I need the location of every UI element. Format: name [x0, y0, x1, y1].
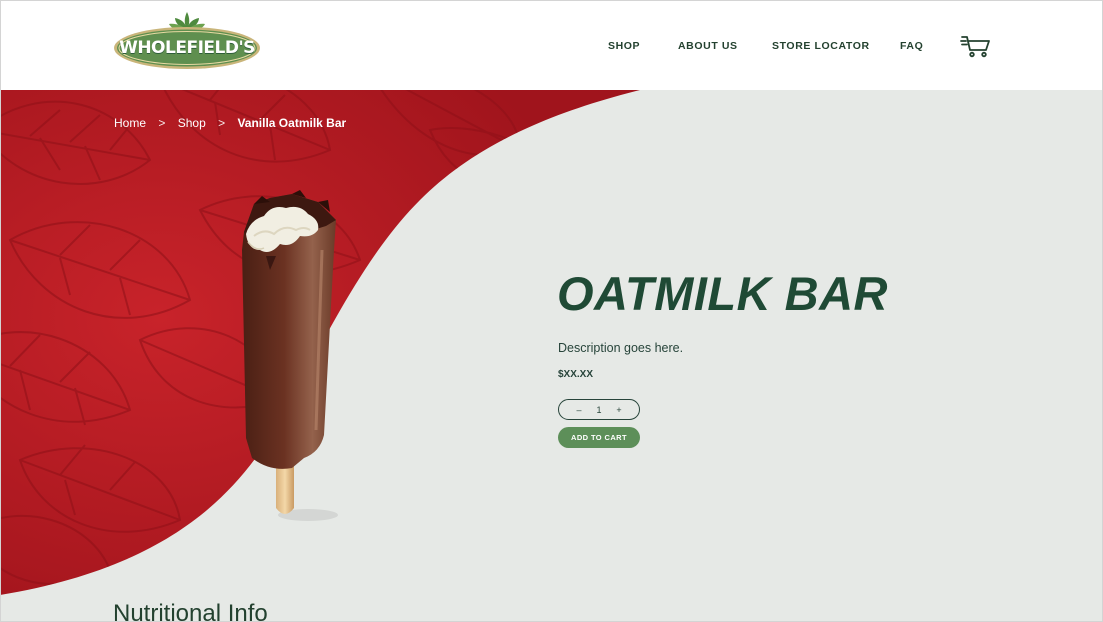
logo-text: WHOLEFIELD'S	[119, 38, 255, 58]
site-header: WHOLEFIELD'S SHOP ABOUT US STORE LOCATOR…	[0, 0, 1103, 90]
quantity-increase-button[interactable]: +	[614, 405, 624, 415]
product-description: Description goes here.	[558, 341, 684, 355]
nav-store-locator[interactable]: STORE LOCATOR	[772, 40, 870, 52]
quantity-value[interactable]: 1	[592, 405, 606, 415]
breadcrumb-separator: >	[218, 116, 226, 130]
product-title: OATMILK BAR	[557, 267, 888, 320]
nav-about-us[interactable]: ABOUT US	[678, 40, 738, 52]
breadcrumb-current: Vanilla Oatmilk Bar	[237, 116, 347, 130]
cart-button[interactable]	[960, 33, 992, 59]
quantity-decrease-button[interactable]: –	[574, 405, 584, 415]
nav-faq[interactable]: FAQ	[900, 40, 923, 52]
breadcrumb-shop[interactable]: Shop	[178, 116, 206, 130]
brand-logo[interactable]: WHOLEFIELD'S	[113, 8, 261, 72]
product-price: $XX.XX	[558, 369, 594, 380]
quantity-stepper: – 1 +	[558, 399, 640, 420]
add-to-cart-button[interactable]: ADD TO CART	[558, 427, 640, 448]
shopping-cart-icon	[960, 36, 990, 58]
product-image	[242, 190, 338, 521]
nav-shop[interactable]: SHOP	[608, 40, 640, 52]
breadcrumb-separator: >	[158, 116, 166, 130]
hero-background	[0, 90, 1103, 622]
breadcrumb: Home > Shop > Vanilla Oatmilk Bar	[114, 116, 346, 130]
nutritional-info-heading: Nutritional Info	[113, 600, 268, 622]
breadcrumb-home[interactable]: Home	[114, 116, 146, 130]
